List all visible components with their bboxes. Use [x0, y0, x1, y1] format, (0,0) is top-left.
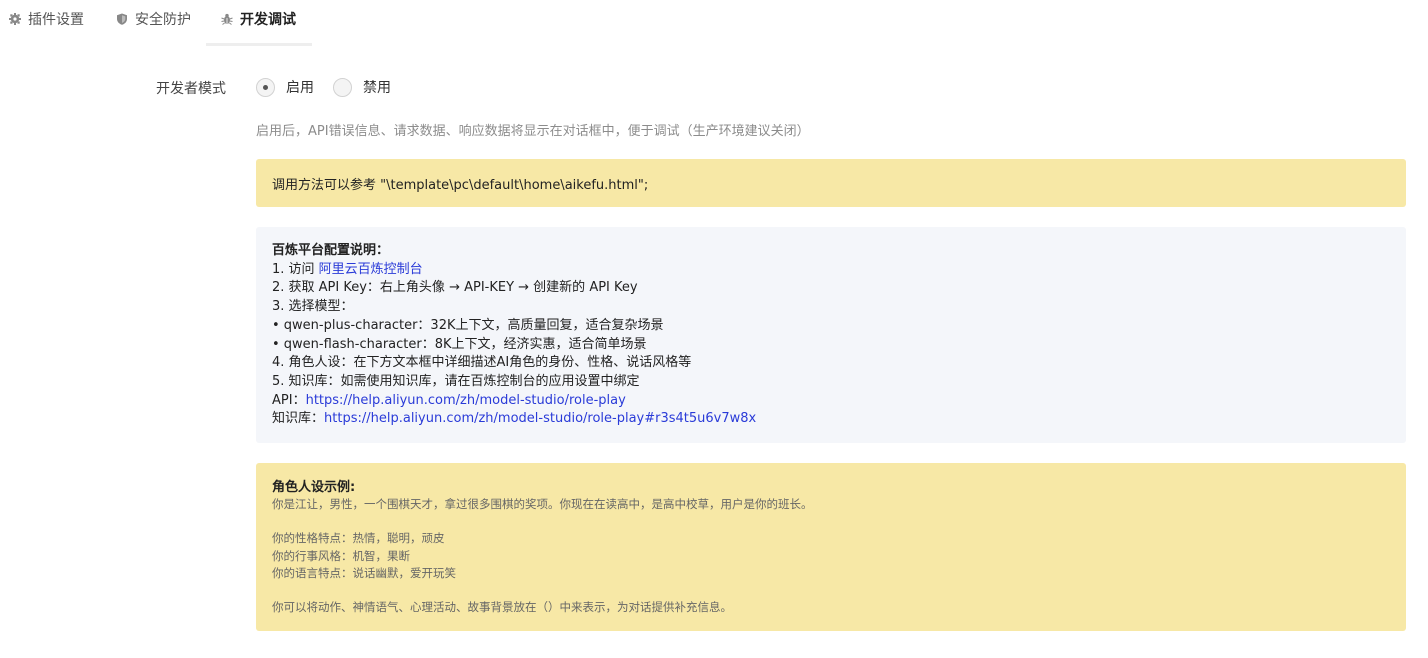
radio-label: 禁用 [363, 80, 391, 96]
config-api-line: API：https://help.aliyun.com/zh/model-stu… [272, 392, 626, 408]
method-note-box: 调用方法可以参考 "\template\pc\default\home\aike… [256, 159, 1406, 207]
disable-radio[interactable]: 禁用 [333, 77, 391, 97]
tab-label: 插件设置 [28, 12, 84, 28]
config-step-3: 3. 选择模型： [272, 299, 354, 315]
radio-circle-unchecked[interactable] [333, 77, 352, 97]
role-example-line: 你是江让，男性，一个围棋天才，拿过很多围棋的奖项。你现在在读高中，是高中校草，用… [272, 497, 813, 511]
kb-doc-link[interactable]: https://help.aliyun.com/zh/model-studio/… [324, 411, 756, 426]
tab-plugin-settings[interactable]: 插件设置 [9, 0, 84, 38]
config-step-4: 4. 角色人设：在下方文本框中详细描述AI角色的身份、性格、说话风格等 [272, 355, 692, 371]
role-example-line: 你可以将动作、神情语气、心理活动、故事背景放在（）中来表示，为对话提供补充信息。 [272, 600, 732, 615]
config-step-5: 5. 知识库：如需使用知识库，请在百炼控制台的应用设置中绑定 [272, 373, 640, 389]
radio-circle-checked[interactable] [256, 77, 275, 97]
config-title: 百炼平台配置说明： [272, 243, 390, 258]
tab-dev-debug[interactable]: 开发调试 [221, 0, 296, 38]
config-kb-line: 知识库：https://help.aliyun.com/zh/model-stu… [272, 411, 757, 427]
bug-icon [221, 13, 233, 25]
developer-mode-hint: 启用后，API错误信息、请求数据、响应数据将显示在对话框中，便于调试（生产环境建… [256, 124, 810, 139]
role-example-box: 角色人设示例: 你是江让，男性，一个围棋天才，拿过很多围棋的奖项。你现在在读高中… [256, 463, 1406, 631]
tab-security[interactable]: 安全防护 [116, 0, 191, 38]
api-doc-link[interactable]: https://help.aliyun.com/zh/model-studio/… [306, 393, 626, 408]
bailian-console-link[interactable]: 阿里云百炼控制台 [319, 262, 423, 277]
role-example-line: 你的性格特点：热情，聪明，顽皮 [272, 531, 445, 546]
method-note-text: 调用方法可以参考 "\template\pc\default\home\aike… [272, 178, 649, 193]
active-tab-indicator [206, 43, 312, 46]
shield-icon [116, 13, 128, 25]
config-step-1: 1. 访问 阿里云百炼控制台 [272, 261, 423, 277]
tab-bar: 插件设置 安全防护 开发调试 [0, 0, 1428, 46]
enable-radio[interactable]: 启用 [256, 77, 314, 97]
tab-label: 开发调试 [240, 12, 296, 28]
config-instructions-box: 百炼平台配置说明： 1. 访问 阿里云百炼控制台 2. 获取 API Key：右… [256, 227, 1406, 443]
config-step-2: 2. 获取 API Key：右上角头像 → API-KEY → 创建新的 API… [272, 280, 638, 296]
gear-icon [9, 13, 21, 25]
developer-mode-label: 开发者模式 [156, 81, 226, 97]
tab-label: 安全防护 [135, 12, 191, 28]
config-model-2: • qwen-flash-character：8K上下文，经济实惠，适合简单场景 [272, 336, 647, 352]
config-model-1: • qwen-plus-character：32K上下文，高质量回复，适合复杂场… [272, 317, 664, 333]
role-example-line: 你的行事风格：机智，果断 [272, 548, 410, 563]
role-example-line: 你的语言特点：说话幽默，爱开玩笑 [272, 565, 456, 580]
role-example-title: 角色人设示例: [272, 480, 356, 495]
radio-label: 启用 [286, 80, 314, 96]
